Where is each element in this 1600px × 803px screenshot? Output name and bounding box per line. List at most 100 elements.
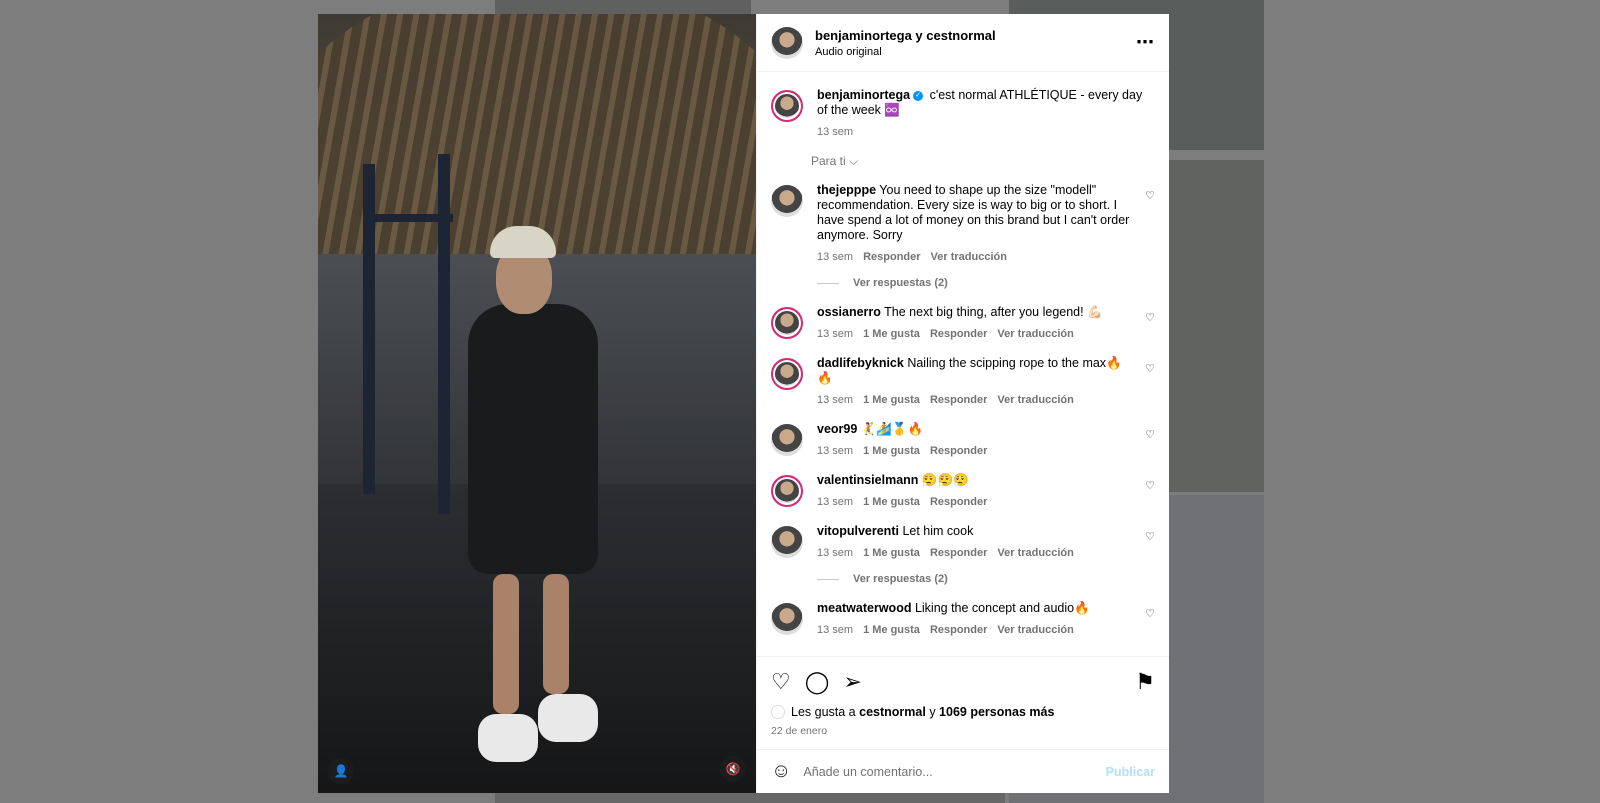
publish-button[interactable]: Publicar	[1106, 765, 1155, 779]
comment-username[interactable]: thejepppe	[817, 183, 876, 197]
comment-time[interactable]: 13 sem	[817, 546, 853, 561]
comment-item: thejepppe You need to shape up the size …	[771, 183, 1155, 265]
comment-avatar[interactable]	[771, 603, 803, 635]
caption: benjaminortega ✓ c'est normal ATHLÉTIQUE …	[771, 88, 1155, 140]
comment-text: The next big thing, after you legend! 💪🏻	[884, 305, 1103, 319]
emoji-icon[interactable]: ☺	[771, 760, 791, 783]
comment-likes-count[interactable]: 1 Me gusta	[863, 495, 920, 510]
view-replies-button[interactable]: Ver respuestas (2)	[817, 573, 1155, 585]
video-frame-person	[478, 714, 538, 762]
comment-likes-count[interactable]: 1 Me gusta	[863, 623, 920, 638]
comment-like-icon[interactable]: ♡	[1133, 362, 1155, 375]
verified-icon: ✓	[913, 90, 924, 101]
view-replies-button[interactable]: Ver respuestas (2)	[817, 277, 1155, 289]
comment-username[interactable]: ossianerro	[817, 305, 881, 319]
comment-username[interactable]: dadlifebyknick	[817, 356, 904, 370]
comment-input[interactable]	[803, 764, 1106, 779]
more-options-icon[interactable]: ⋯	[1136, 32, 1155, 53]
comment-username[interactable]: vitopulverenti	[817, 524, 899, 538]
tagged-user-icon[interactable]: 👤	[328, 758, 354, 784]
replies-divider	[817, 578, 839, 580]
reel-video[interactable]: 👤 🔇	[318, 14, 756, 793]
post-authors[interactable]: benjaminortega y cestnormal	[815, 28, 1136, 43]
comment-time[interactable]: 13 sem	[817, 495, 853, 510]
likes-prefix: Les gusta a	[791, 705, 856, 719]
caption-username[interactable]: benjaminortega	[817, 88, 910, 102]
reply-button[interactable]: Responder	[930, 327, 987, 342]
comment-avatar[interactable]	[771, 424, 803, 456]
likes-others-link[interactable]: 1069 personas más	[939, 705, 1054, 719]
comment-username[interactable]: meatwaterwood	[817, 601, 911, 615]
comment-likes-count[interactable]: 1 Me gusta	[863, 327, 920, 342]
comment-like-icon[interactable]: ♡	[1133, 607, 1155, 620]
save-icon[interactable]: ⚑	[1135, 671, 1155, 693]
mute-icon[interactable]: 🔇	[720, 756, 746, 782]
video-frame-rack	[438, 154, 450, 514]
view-replies-label[interactable]: Ver respuestas (2)	[853, 277, 948, 289]
reply-button[interactable]: Responder	[930, 444, 987, 459]
video-frame-rack	[363, 214, 453, 222]
comment-like-icon[interactable]: ♡	[1133, 189, 1155, 202]
video-frame-person	[538, 694, 598, 742]
comment-item: valentinsielmann 😮‍💨😮‍💨😮‍💨 13 sem 1 Me g…	[771, 473, 1155, 510]
video-frame-person	[543, 574, 569, 694]
comment-text: 😮‍💨😮‍💨😮‍💨	[921, 473, 969, 487]
reply-button[interactable]: Responder	[930, 546, 987, 561]
likes-and: y	[929, 705, 936, 719]
comment-avatar[interactable]	[771, 185, 803, 217]
comment-likes-count[interactable]: 1 Me gusta	[863, 546, 920, 561]
post-date[interactable]: 22 de enero	[771, 725, 1155, 737]
translate-button[interactable]: Ver traducción	[997, 327, 1073, 342]
translate-button[interactable]: Ver traducción	[931, 250, 1007, 265]
translate-button[interactable]: Ver traducción	[997, 546, 1073, 561]
translate-button[interactable]: Ver traducción	[997, 393, 1073, 408]
likes-summary: Les gusta a cestnormal y 1069 personas m…	[771, 705, 1155, 719]
caption-time[interactable]: 13 sem	[817, 125, 853, 140]
audio-label[interactable]: Audio original	[815, 46, 1136, 58]
comment-avatar[interactable]	[771, 475, 803, 507]
post-modal: 👤 🔇 benjaminortega y cestnormal Audio or…	[318, 14, 1169, 793]
comment-avatar[interactable]	[771, 526, 803, 558]
liker-username[interactable]: cestnormal	[859, 705, 926, 719]
author-avatar[interactable]	[771, 26, 803, 59]
comment-text: 🤾🏄🥇🔥	[860, 422, 924, 436]
comment-composer: ☺ Publicar	[757, 749, 1169, 793]
comment-item: dadlifebyknick Nailing the scipping rope…	[771, 356, 1155, 408]
comment-like-icon[interactable]: ♡	[1133, 530, 1155, 543]
comment-time[interactable]: 13 sem	[817, 327, 853, 342]
comment-like-icon[interactable]: ♡	[1133, 311, 1155, 324]
caption-avatar[interactable]	[771, 90, 803, 122]
comment-avatar[interactable]	[771, 307, 803, 339]
comment-item: vitopulverenti Let him cook 13 sem 1 Me …	[771, 524, 1155, 561]
view-replies-label[interactable]: Ver respuestas (2)	[853, 573, 948, 585]
comment-text: Let him cook	[902, 524, 974, 538]
reply-button[interactable]: Responder	[930, 495, 987, 510]
comment-username[interactable]: valentinsielmann	[817, 473, 918, 487]
comment-item: veor99 🤾🏄🥇🔥 13 sem 1 Me gusta Responder …	[771, 422, 1155, 459]
comment-like-icon[interactable]: ♡	[1133, 479, 1155, 492]
video-frame-person	[468, 304, 598, 574]
comment-time[interactable]: 13 sem	[817, 623, 853, 638]
liker-avatar[interactable]	[771, 705, 785, 719]
video-frame-person	[493, 574, 519, 714]
comment-icon[interactable]: ◯	[805, 671, 830, 693]
comment-username[interactable]: veor99	[817, 422, 857, 436]
comment-text: Liking the concept and audio🔥	[914, 601, 1090, 615]
reply-button[interactable]: Responder	[863, 250, 920, 265]
comment-time[interactable]: 13 sem	[817, 393, 853, 408]
comment-avatar[interactable]	[771, 358, 803, 390]
comment-like-icon[interactable]: ♡	[1133, 428, 1155, 441]
like-icon[interactable]: ♡	[771, 671, 791, 693]
comment-item: meatwaterwood Liking the concept and aud…	[771, 601, 1155, 638]
comment-time[interactable]: 13 sem	[817, 444, 853, 459]
reply-button[interactable]: Responder	[930, 623, 987, 638]
post-actions: ♡ ◯ ➢ ⚑ Les gusta a cestnormal y 1069 pe…	[757, 656, 1169, 737]
comment-time[interactable]: 13 sem	[817, 250, 853, 265]
comments-list[interactable]: benjaminortega ✓ c'est normal ATHLÉTIQUE …	[757, 72, 1169, 656]
comment-likes-count[interactable]: 1 Me gusta	[863, 444, 920, 459]
reply-button[interactable]: Responder	[930, 393, 987, 408]
share-icon[interactable]: ➢	[843, 671, 861, 693]
comment-likes-count[interactable]: 1 Me gusta	[863, 393, 920, 408]
comment-sort-dropdown[interactable]: Para ti ⌵	[811, 154, 1155, 169]
translate-button[interactable]: Ver traducción	[997, 623, 1073, 638]
